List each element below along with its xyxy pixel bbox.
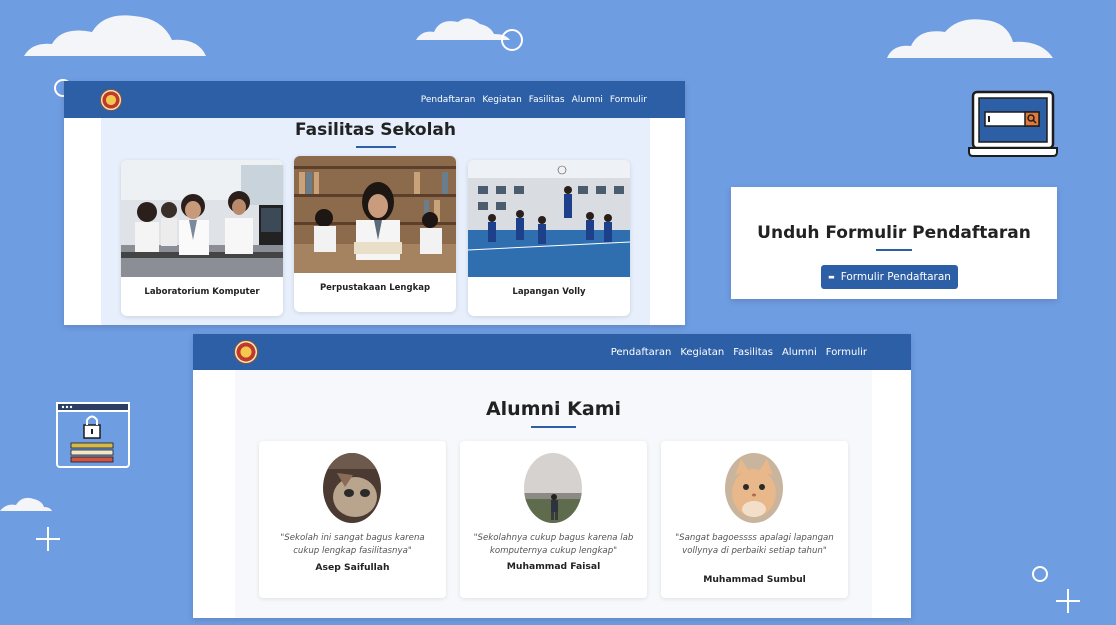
title-underline — [355, 146, 396, 148]
facility-card-lab[interactable]: Laboratorium Komputer — [121, 160, 283, 316]
alumni-name: Asep Saifullah — [315, 562, 390, 573]
download-form-card: Unduh Formulir Pendaftaran ▬ Formulir Pe… — [731, 187, 1057, 299]
facility-card-library[interactable]: Perpustakaan Lengkap — [294, 156, 456, 312]
alumni-section: Alumni Kami "Sekolah ini sangat bagus ka… — [235, 370, 872, 618]
alumni-card: "Sekolahnya cukup bagus karena lab kompu… — [460, 441, 647, 598]
alumni-quote: "Sangat bagoessss apalagi lapangan volly… — [675, 533, 834, 556]
avatar — [323, 453, 381, 523]
cloud-icon — [887, 19, 1053, 58]
section-title: Fasilitas Sekolah — [294, 120, 457, 140]
alumni-card: "Sekolah ini sangat bagus karena cukup l… — [259, 441, 446, 598]
section-title: Alumni Kami — [485, 398, 622, 420]
navbar: Pendaftaran Kegiatan Fasilitas Alumni Fo… — [193, 334, 911, 370]
lock-window-icon — [56, 402, 130, 468]
nav-formulir[interactable]: Formulir — [826, 347, 867, 358]
alumni-card: "Sangat bagoessss apalagi lapangan volly… — [661, 441, 848, 598]
alumni-quote: "Sekolahnya cukup bagus karena lab kompu… — [473, 533, 634, 556]
facility-caption: Perpustakaan Lengkap — [319, 283, 431, 293]
nav-fasilitas[interactable]: Fasilitas — [733, 347, 773, 358]
alumni-window: Pendaftaran Kegiatan Fasilitas Alumni Fo… — [193, 334, 911, 618]
facility-card-volleyball[interactable]: Lapangan Volly — [468, 160, 630, 316]
library-photo — [294, 156, 456, 273]
facilities-section: Fasilitas Sekolah Laboratorium Komputer … — [101, 118, 650, 325]
facility-caption: Lapangan Volly — [512, 287, 586, 297]
nav-alumni[interactable]: Alumni — [572, 95, 603, 105]
school-logo[interactable] — [100, 88, 122, 111]
form-icon: ▬ — [828, 273, 835, 281]
title-underline — [531, 426, 576, 428]
nav-kegiatan[interactable]: Kegiatan — [482, 95, 521, 105]
nav-fasilitas[interactable]: Fasilitas — [529, 95, 565, 105]
download-form-button[interactable]: ▬ Formulir Pendaftaran — [821, 265, 958, 289]
avatar — [524, 453, 582, 523]
facilities-window: Pendaftaran Kegiatan Fasilitas Alumni Fo… — [64, 81, 685, 325]
avatar — [725, 453, 783, 523]
nav-links: Pendaftaran Kegiatan Fasilitas Alumni Fo… — [602, 347, 867, 358]
alumni-name: Muhammad Faisal — [506, 561, 601, 572]
title-underline — [876, 249, 912, 251]
nav-alumni[interactable]: Alumni — [782, 347, 817, 358]
volleyball-court-photo — [468, 160, 630, 277]
download-title: Unduh Formulir Pendaftaran — [757, 223, 1031, 243]
computer-lab-photo — [121, 160, 283, 277]
school-logo[interactable] — [234, 340, 258, 364]
download-button-label: Formulir Pendaftaran — [840, 271, 951, 283]
nav-formulir[interactable]: Formulir — [610, 95, 647, 105]
cloud-icon — [24, 15, 206, 56]
navbar: Pendaftaran Kegiatan Fasilitas Alumni Fo… — [64, 81, 685, 118]
nav-pendaftaran[interactable]: Pendaftaran — [611, 347, 672, 358]
plus-icon — [1056, 589, 1080, 613]
circle-icon — [1032, 566, 1048, 582]
facility-caption: Laboratorium Komputer — [144, 287, 260, 297]
circle-icon — [501, 29, 523, 51]
laptop-search-icon — [968, 90, 1058, 157]
cloud-icon — [0, 497, 52, 511]
alumni-name: Muhammad Sumbul — [703, 574, 806, 585]
nav-pendaftaran[interactable]: Pendaftaran — [421, 95, 476, 105]
nav-links: Pendaftaran Kegiatan Fasilitas Alumni Fo… — [414, 95, 647, 105]
plus-icon — [36, 527, 60, 551]
cloud-icon — [416, 18, 510, 40]
alumni-quote: "Sekolah ini sangat bagus karena cukup l… — [280, 533, 425, 556]
nav-kegiatan[interactable]: Kegiatan — [680, 347, 724, 358]
